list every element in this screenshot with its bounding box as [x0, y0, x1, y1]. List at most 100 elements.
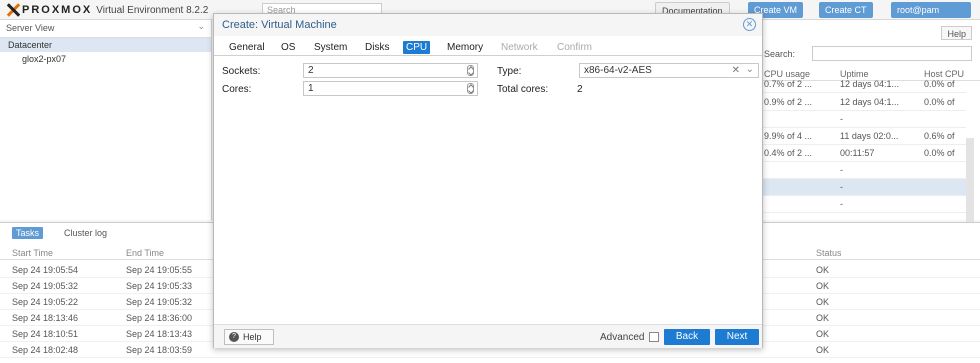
task-start: Sep 24 19:05:54: [12, 265, 79, 275]
dialog-title: Create: Virtual Machine: [222, 19, 337, 31]
cell-cpu: 0.4% of 2 ...: [764, 148, 813, 158]
task-status: OK: [816, 313, 830, 323]
task-end: Sep 24 18:36:00: [126, 313, 193, 323]
resource-tree: Server View Datacenter glox2-px07: [0, 20, 212, 220]
datacenter-label: Datacenter: [8, 40, 53, 50]
back-button[interactable]: Back: [664, 329, 710, 345]
cell-host: 0.0% of: [924, 97, 955, 107]
cpu-type-combobox[interactable]: x86-64-v2-AES ✕ ⌄: [579, 63, 759, 78]
task-end: Sep 24 18:13:43: [126, 329, 193, 339]
tab-system[interactable]: System: [311, 41, 350, 54]
total-cores-value: 2: [577, 84, 583, 95]
brand-name: PROXMOX: [22, 4, 93, 16]
grid-search-input[interactable]: [812, 46, 972, 61]
tab-disks[interactable]: Disks: [362, 41, 392, 54]
col-end-time[interactable]: End Time: [126, 248, 164, 258]
help-button-top[interactable]: Help: [941, 26, 972, 40]
question-icon: ?: [229, 332, 239, 342]
create-vm-dialog: Create: Virtual Machine ✕ General OS Sys…: [213, 13, 763, 348]
tree-item-node[interactable]: glox2-px07: [0, 52, 211, 66]
task-end: Sep 24 19:05:55: [126, 265, 193, 275]
tab-cluster-log[interactable]: Cluster log: [60, 227, 111, 239]
grid-row[interactable]: -: [762, 111, 966, 128]
cell-uptime: 11 days 02:0...: [840, 131, 899, 141]
task-start: Sep 24 18:13:46: [12, 313, 79, 323]
task-end: Sep 24 19:05:32: [126, 297, 193, 307]
grid-row[interactable]: -: [762, 162, 966, 179]
close-icon[interactable]: ✕: [743, 18, 756, 31]
grid-row[interactable]: 0.4% of 2 ... 00:11:57 0.0% of: [762, 145, 966, 162]
help-button[interactable]: ? Help: [224, 329, 274, 345]
tab-network[interactable]: Network: [498, 41, 541, 54]
task-end: Sep 24 19:05:33: [126, 281, 193, 291]
proxmox-logo[interactable]: PROXMOX Virtual Environment 8.2.2: [6, 3, 208, 17]
grid-search-label: Search:: [764, 49, 796, 59]
grid-row[interactable]: -: [762, 179, 966, 196]
col-start-time[interactable]: Start Time: [12, 248, 53, 258]
create-ct-button[interactable]: Create CT: [819, 2, 873, 18]
task-status: OK: [816, 297, 830, 307]
task-status: OK: [816, 281, 830, 291]
cpu-type-value: x86-64-v2-AES: [584, 65, 652, 76]
grid-scrollbar[interactable]: [966, 138, 974, 228]
stepper-arrows-icon[interactable]: [467, 65, 474, 76]
chevron-down-icon[interactable]: ⌄: [746, 63, 754, 76]
cell-host: 0.0% of: [924, 79, 955, 89]
cell-cpu: 0.9% of 2 ...: [764, 97, 813, 107]
sockets-value: 2: [308, 65, 314, 76]
cores-value: 1: [308, 83, 314, 94]
tab-cpu[interactable]: CPU: [403, 41, 431, 54]
task-status: OK: [816, 345, 830, 355]
task-start: Sep 24 19:05:22: [12, 297, 79, 307]
tab-confirm[interactable]: Confirm: [554, 41, 595, 54]
tab-tasks[interactable]: Tasks: [12, 227, 44, 239]
dialog-titlebar[interactable]: Create: Virtual Machine ✕: [214, 14, 762, 36]
total-cores-label: Total cores:: [497, 84, 549, 95]
cell-host: 0.0% of: [924, 148, 955, 158]
user-menu-button[interactable]: root@pam: [891, 2, 971, 18]
sockets-stepper[interactable]: 2: [303, 63, 478, 78]
type-label: Type:: [497, 66, 522, 77]
view-selector[interactable]: Server View: [0, 20, 211, 38]
cell-uptime: -: [840, 199, 843, 209]
cores-label: Cores:: [222, 84, 252, 95]
sockets-label: Sockets:: [222, 66, 261, 77]
help-label: Help: [243, 332, 262, 342]
cell-cpu: 9.9% of 4 ...: [764, 131, 813, 141]
cell-uptime: 12 days 04:1...: [840, 79, 900, 89]
proxmox-x-icon: [6, 3, 20, 17]
advanced-label: Advanced: [600, 332, 645, 343]
grid-row[interactable]: 0.7% of 2 ... 12 days 04:1... 0.0% of: [762, 76, 966, 93]
tab-general[interactable]: General: [226, 41, 268, 54]
tab-memory[interactable]: Memory: [444, 41, 486, 54]
task-start: Sep 24 18:10:51: [12, 329, 79, 339]
task-status: OK: [816, 329, 830, 339]
resource-grid: Help Search: CPU usage Uptime Host CPU 0…: [762, 20, 980, 228]
tree-item-datacenter[interactable]: Datacenter: [0, 38, 211, 52]
cell-host: 0.6% of: [924, 131, 955, 141]
task-start: Sep 24 19:05:32: [12, 281, 79, 291]
clear-icon[interactable]: ✕: [732, 64, 740, 77]
grid-row[interactable]: 9.9% of 4 ... 11 days 02:0... 0.6% of: [762, 128, 966, 145]
cell-cpu: 0.7% of 2 ...: [764, 79, 813, 89]
grid-row[interactable]: -: [762, 196, 966, 213]
task-status: OK: [816, 265, 830, 275]
task-start: Sep 24 18:02:48: [12, 345, 79, 355]
cell-uptime: -: [840, 182, 843, 192]
cell-uptime: -: [840, 165, 843, 175]
stepper-arrows-icon[interactable]: [467, 83, 474, 94]
grid-row[interactable]: 0.9% of 2 ... 12 days 04:1... 0.0% of: [762, 94, 966, 111]
advanced-checkbox[interactable]: [649, 332, 659, 342]
cell-uptime: -: [840, 114, 843, 124]
dialog-footer: ? Help Advanced Back Next: [214, 324, 762, 348]
node-label: glox2-px07: [22, 54, 67, 64]
next-button[interactable]: Next: [715, 329, 759, 345]
cores-stepper[interactable]: 1: [303, 81, 478, 96]
col-status[interactable]: Status: [816, 248, 842, 258]
product-version: Virtual Environment 8.2.2: [96, 4, 209, 16]
tab-os[interactable]: OS: [278, 41, 298, 54]
cell-uptime: 00:11:57: [840, 148, 875, 158]
task-end: Sep 24 18:03:59: [126, 345, 193, 355]
wizard-tabs: General OS System Disks CPU Memory Netwo…: [214, 38, 762, 56]
cell-uptime: 12 days 04:1...: [840, 97, 900, 107]
